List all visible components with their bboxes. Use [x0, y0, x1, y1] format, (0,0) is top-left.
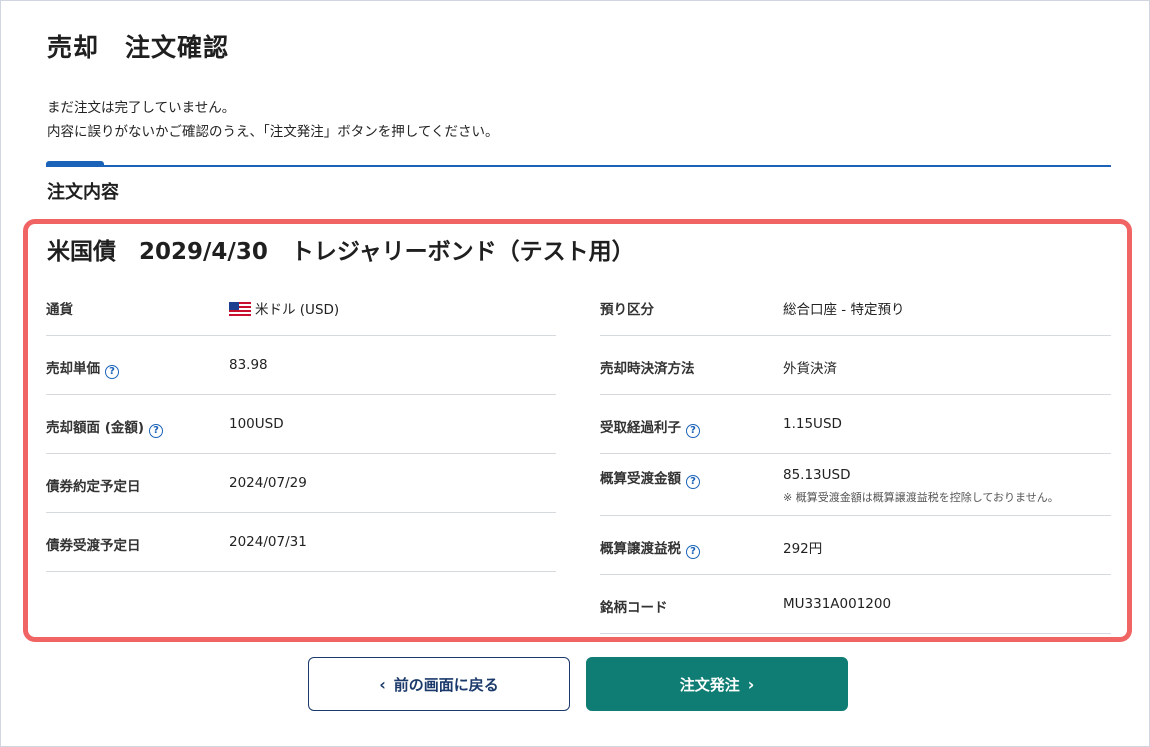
detail-value: 1.15USD	[783, 416, 842, 432]
detail-label-text: 売却額面 (金額)	[46, 420, 145, 436]
detail-label-text: 概算譲渡益税	[600, 541, 681, 557]
detail-label-text: 受取経過利子	[600, 420, 681, 436]
detail-row-accrued-interest: 受取経過利子? 1.15USD	[600, 395, 1111, 454]
help-icon[interactable]: ?	[149, 424, 164, 438]
detail-label: 売却時決済方法	[600, 361, 695, 377]
detail-row-trade-date: 債券約定予定日 2024/07/29	[46, 454, 556, 513]
detail-row-settlement-method: 売却時決済方法 外貨決済	[600, 336, 1111, 395]
detail-label: 債券約定予定日	[46, 479, 141, 495]
detail-row-face-amount: 売却額面 (金額)? 100USD	[46, 395, 556, 454]
detail-label: 債券受渡予定日	[46, 538, 141, 554]
chevron-left-icon: ‹	[379, 674, 386, 694]
back-button[interactable]: ‹ 前の画面に戻る	[308, 657, 570, 711]
detail-row-currency: 通貨 米ドル (USD)	[46, 277, 556, 336]
detail-label: 売却単価?	[46, 357, 119, 379]
detail-label: 概算受渡金額?	[600, 467, 700, 489]
chevron-right-icon: ›	[747, 674, 755, 694]
notice-line: 内容に誤りがないかご確認のうえ、「注文発注」ボタンを押してください。	[47, 124, 499, 140]
detail-row-account-type: 預り区分 総合口座 - 特定預り	[600, 277, 1111, 336]
detail-value: 外貨決済	[783, 361, 837, 377]
detail-label: 通貨	[46, 302, 73, 318]
order-confirm-page: 売却 注文確認 まだ注文は完了していません。 内容に誤りがないかご確認のうえ、「…	[0, 0, 1150, 747]
detail-row-settlement-date: 債券受渡予定日 2024/07/31	[46, 513, 556, 572]
notice-line: まだ注文は完了していません。	[47, 100, 236, 116]
order-details-left: 通貨 米ドル (USD) 売却単価? 83.98 売却額面 (金額)? 100U…	[46, 277, 556, 572]
section-divider	[46, 165, 1111, 167]
detail-value: 83.98	[229, 357, 268, 373]
detail-label: 預り区分	[600, 302, 654, 318]
detail-value: 85.13USD	[783, 467, 851, 483]
detail-value: 292円	[783, 541, 823, 557]
help-icon[interactable]: ?	[686, 545, 700, 559]
order-details-right: 預り区分 総合口座 - 特定預り 売却時決済方法 外貨決済 受取経過利子? 1.…	[600, 277, 1111, 634]
back-button-label: 前の画面に戻る	[393, 675, 499, 694]
detail-row-estimated-amount: 概算受渡金額? 85.13USD ※ 概算受渡金額は概算譲渡益税を控除しておりま…	[600, 454, 1111, 516]
detail-label: 銘柄コード	[600, 600, 668, 616]
detail-label: 受取経過利子?	[600, 416, 700, 438]
detail-label-text: 売却単価	[46, 361, 100, 377]
page-title: 売却 注文確認	[47, 33, 230, 62]
section-tab-indicator	[46, 161, 104, 167]
submit-order-button[interactable]: 注文発注 ›	[586, 657, 848, 711]
bond-name: 米国債 2029/4/30 トレジャリーボンド（テスト用）	[47, 239, 635, 265]
detail-row-security-code: 銘柄コード MU331A001200	[600, 575, 1111, 634]
help-icon[interactable]: ?	[686, 475, 700, 489]
detail-value: 2024/07/29	[229, 475, 307, 491]
detail-value: 総合口座 - 特定預り	[783, 302, 905, 318]
detail-label: 概算譲渡益税?	[600, 537, 700, 559]
detail-value: 米ドル (USD)	[229, 298, 339, 318]
help-icon[interactable]: ?	[105, 365, 119, 379]
detail-row-unit-price: 売却単価? 83.98	[46, 336, 556, 395]
submit-button-label: 注文発注	[679, 675, 740, 694]
detail-label: 売却額面 (金額)?	[46, 416, 164, 438]
detail-value: 100USD	[229, 416, 284, 432]
help-icon[interactable]: ?	[686, 424, 700, 438]
section-title: 注文内容	[47, 182, 119, 203]
detail-value: MU331A001200	[783, 596, 892, 612]
detail-note: ※ 概算受渡金額は概算譲渡益税を控除しておりません。	[783, 491, 1059, 504]
detail-row-estimated-tax: 概算譲渡益税? 292円	[600, 516, 1111, 575]
currency-value: 米ドル (USD)	[255, 302, 340, 318]
detail-value: 2024/07/31	[229, 534, 307, 550]
us-flag-icon	[229, 302, 251, 316]
detail-label-text: 概算受渡金額	[600, 471, 681, 487]
notice-text: まだ注文は完了していません。 内容に誤りがないかご確認のうえ、「注文発注」ボタン…	[47, 96, 498, 144]
